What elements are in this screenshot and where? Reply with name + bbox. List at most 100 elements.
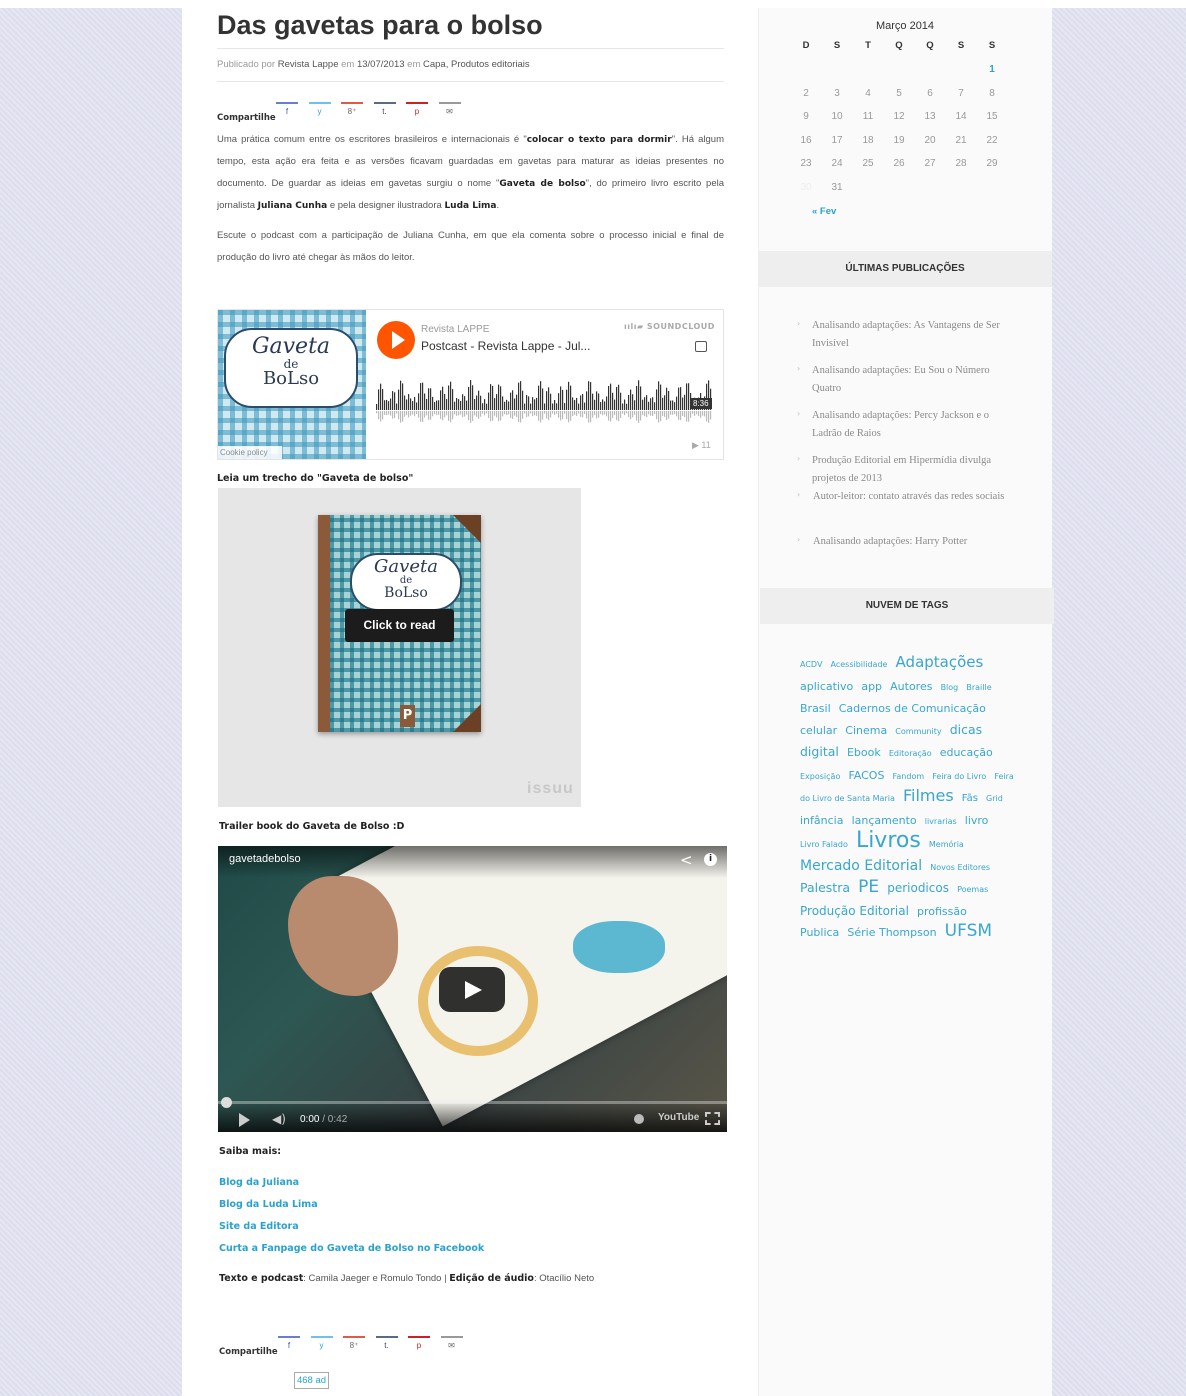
tag-link[interactable]: Cadernos de Comunicação <box>839 702 986 715</box>
tumblr-share-icon[interactable]: t. <box>375 1336 398 1352</box>
tag-link[interactable]: infância <box>800 814 843 827</box>
tag-link[interactable]: Autores <box>890 680 932 693</box>
tag-link[interactable]: Filmes <box>903 786 954 805</box>
email-share-icon[interactable]: ✉ <box>438 102 461 118</box>
tag-link[interactable]: digital <box>800 744 839 759</box>
tag-link[interactable]: Adaptações <box>896 653 984 671</box>
soundcloud-logo[interactable]: ıılı▰ SOUNDCLOUD <box>624 322 715 331</box>
tag-link[interactable]: Palestra <box>800 880 850 895</box>
link-fanpage[interactable]: Curta a Fanpage do Gaveta de Bolso no Fa… <box>219 1243 484 1254</box>
share-icon[interactable] <box>695 341 707 352</box>
twitter-share-icon[interactable]: y <box>308 102 331 118</box>
recent-post-link[interactable]: Analisando adaptações: As Vantagens de S… <box>812 317 1012 353</box>
tag-link[interactable]: Produção Editorial <box>800 904 909 918</box>
sc-track-title[interactable]: Postcast - Revista Lappe - Jul... <box>421 339 590 353</box>
pinterest-share-icon[interactable]: p <box>408 1336 430 1352</box>
google-plus-share-icon[interactable]: 8⁺ <box>341 102 363 118</box>
author-link[interactable]: Revista Lappe <box>278 59 339 70</box>
video-progress-bar[interactable] <box>218 1101 727 1104</box>
facebook-share-icon[interactable]: f <box>278 1336 300 1352</box>
tag-link[interactable]: Fandom <box>893 772 925 781</box>
soundcloud-player[interactable]: Gaveta de BoLso Cookie policy Revista LA… <box>217 309 724 460</box>
waveform-bar <box>676 396 678 410</box>
tag-link[interactable]: Fãs <box>962 793 978 804</box>
link-blog-juliana[interactable]: Blog da Juliana <box>219 1177 299 1188</box>
pinterest-share-icon[interactable]: p <box>406 102 428 118</box>
tag-link[interactable]: Livros <box>856 828 921 853</box>
youtube-player[interactable]: gavetadebolso < i ◀) 0:00 / 0:42 YouTube <box>218 846 727 1132</box>
fullscreen-icon[interactable] <box>705 1112 720 1125</box>
tag-link[interactable]: Série Thompson <box>847 926 936 939</box>
google-plus-share-icon[interactable]: 8⁺ <box>343 1336 365 1352</box>
categories-link[interactable]: Capa, Produtos editoriais <box>423 59 530 70</box>
recent-post-link[interactable]: Autor-leitor: contato através das redes … <box>813 488 1013 506</box>
tag-link[interactable]: Braille <box>966 683 991 692</box>
top-band <box>0 0 1186 8</box>
waveform-reflection <box>492 411 494 421</box>
play-button[interactable] <box>377 321 415 359</box>
tag-link[interactable]: lançamento <box>852 814 917 827</box>
link-site-editora[interactable]: Site da Editora <box>219 1221 299 1232</box>
waveform-reflection <box>554 411 556 416</box>
facebook-share-icon[interactable]: f <box>276 102 298 118</box>
tag-link[interactable]: ACDV <box>800 660 822 669</box>
watch-later-icon[interactable] <box>634 1114 644 1124</box>
tag-link[interactable]: UFSM <box>945 921 992 941</box>
tag-link[interactable]: Brasil <box>800 702 831 715</box>
tag-link[interactable]: profissão <box>917 905 967 918</box>
tag-link[interactable]: Exposição <box>800 772 840 781</box>
sc-artist[interactable]: Revista LAPPE <box>421 324 489 335</box>
calendar-day[interactable]: 1 <box>977 64 1007 75</box>
tag-link[interactable]: Community <box>895 727 941 736</box>
cookie-policy-link[interactable]: Cookie policy <box>218 446 282 459</box>
tag-link[interactable]: livro <box>965 814 989 827</box>
youtube-logo[interactable]: YouTube <box>658 1112 699 1123</box>
link-blog-luda[interactable]: Blog da Luda Lima <box>219 1199 318 1210</box>
issuu-logo[interactable]: issuu <box>527 780 574 798</box>
waveform-reflection <box>602 411 604 416</box>
video-channel-name[interactable]: gavetadebolso <box>229 853 301 865</box>
tag-link[interactable]: Memória <box>929 840 964 849</box>
email-share-icon[interactable]: ✉ <box>440 1336 463 1352</box>
video-scrubber[interactable] <box>221 1097 232 1108</box>
video-play-icon[interactable] <box>239 1113 250 1127</box>
tumblr-share-icon[interactable]: t. <box>373 102 396 118</box>
recent-post-link[interactable]: Analisando adaptações: Harry Potter <box>813 533 1013 551</box>
tag-link[interactable]: Editoração <box>889 749 932 758</box>
tag-link[interactable]: livrarias <box>925 817 957 826</box>
recent-post-link[interactable]: Analisando adaptações: Percy Jackson e o… <box>812 407 1012 443</box>
tag-link[interactable]: educação <box>940 746 993 759</box>
issuu-embed[interactable]: Gaveta de BoLso P Click to read issuu <box>218 488 581 807</box>
tag-link[interactable]: Mercado Editorial <box>800 858 922 874</box>
date-link[interactable]: 13/07/2013 <box>357 59 405 70</box>
twitter-share-icon[interactable]: y <box>310 1336 333 1352</box>
tag-link[interactable]: Grid <box>986 794 1003 803</box>
waveform[interactable] <box>376 374 716 428</box>
volume-icon[interactable]: ◀) <box>272 1112 286 1126</box>
tag-link[interactable]: Acessibilidade <box>831 660 888 669</box>
video-play-button[interactable] <box>439 967 505 1012</box>
info-icon[interactable]: i <box>704 853 717 866</box>
waveform-reflection <box>440 411 442 419</box>
tag-link[interactable]: Feira do Livro <box>932 772 986 781</box>
recent-post-link[interactable]: Analisando adaptações: Eu Sou o Número Q… <box>812 362 1012 398</box>
tag-link[interactable]: Poemas <box>957 885 988 894</box>
tag-link[interactable]: aplicativo <box>800 680 853 693</box>
tag-link[interactable]: periodicos <box>887 881 949 895</box>
tag-link[interactable]: app <box>861 680 882 693</box>
tag-link[interactable]: Novos Editores <box>930 863 990 872</box>
tag-link[interactable]: FACOS <box>848 769 884 782</box>
tag-link[interactable]: dicas <box>950 722 982 737</box>
click-to-read-button[interactable]: Click to read <box>345 609 454 642</box>
tag-link[interactable]: PE <box>858 877 879 897</box>
tag-link[interactable]: Cinema <box>845 724 887 737</box>
tag-link[interactable]: celular <box>800 724 837 737</box>
tag-link[interactable]: Ebook <box>847 746 881 759</box>
tag-link[interactable]: Livro Falado <box>800 840 848 849</box>
tag-link[interactable]: Blog <box>941 683 959 692</box>
recent-post-link[interactable]: Produção Editorial em Hipermídia divulga… <box>812 452 1012 488</box>
share-icon[interactable]: < <box>680 851 693 869</box>
waveform-reflection <box>384 411 386 415</box>
tag-link[interactable]: Publica <box>800 926 839 939</box>
calendar-prev-link[interactable]: « Fev <box>812 206 836 217</box>
